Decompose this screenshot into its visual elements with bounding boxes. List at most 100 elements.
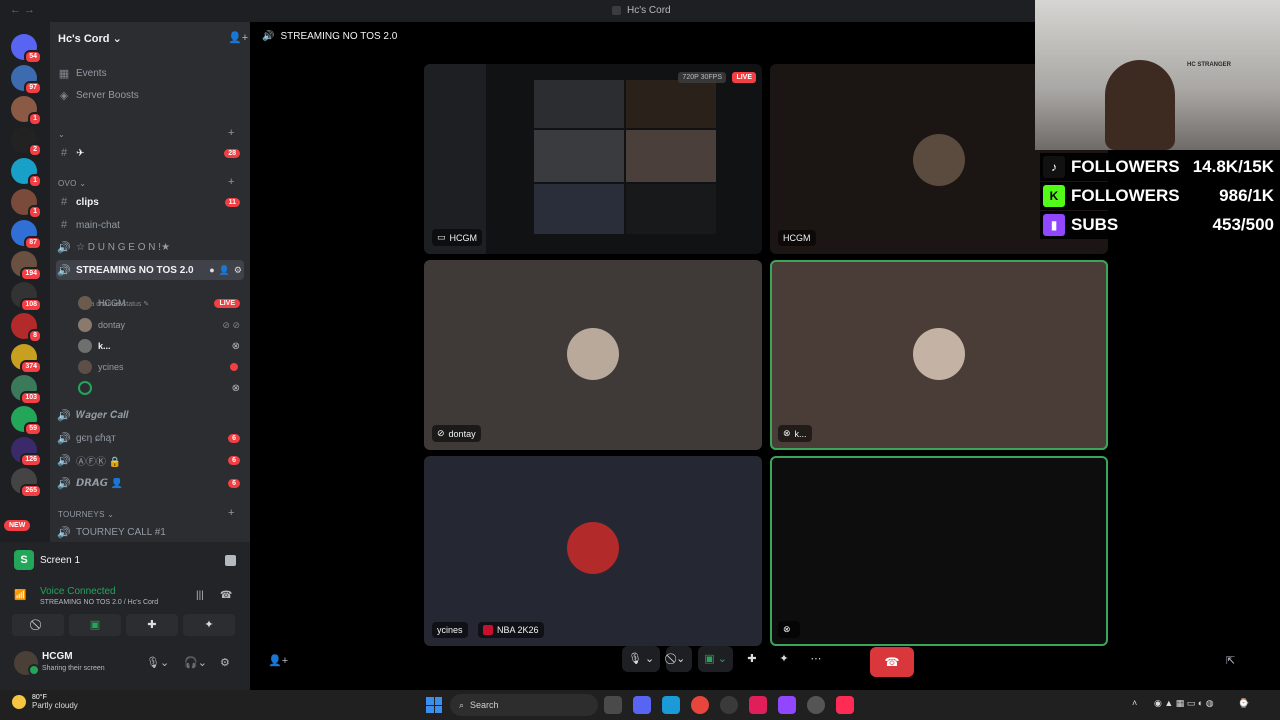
start-icon[interactable] <box>426 697 442 713</box>
channel-streaming[interactable]: 🔊 STREAMING NO TOS 2.0 ● 👤 ⚙ <box>56 260 244 280</box>
category-ovo[interactable]: OVO ⌄ <box>58 179 86 188</box>
add-channel-icon[interactable]: + <box>228 176 234 188</box>
camera-button[interactable]: ⃠ ⌄ <box>666 646 693 672</box>
invite-icon[interactable]: 👤+ <box>228 31 248 44</box>
server-icon[interactable]: 194 <box>11 251 42 281</box>
server-icon[interactable]: 1 <box>11 96 42 126</box>
disconnect-button[interactable]: ☎ <box>870 647 914 677</box>
weather-widget[interactable]: 80°F Partly cloudy <box>12 694 78 710</box>
mic-icon[interactable]: 🎙⌄ <box>146 656 169 669</box>
chevron-up-icon[interactable]: ˄ <box>1132 698 1137 708</box>
add-member-icon[interactable]: 👤 <box>219 265 230 276</box>
twitch-app-icon[interactable] <box>778 696 796 714</box>
mic-button[interactable]: 🎙 ⌄ <box>622 646 661 672</box>
sidebar-item-events[interactable]: ▦ Events <box>56 63 244 83</box>
new-badge[interactable]: NEW <box>4 520 31 531</box>
channel-wager-call[interactable]: 🔊 𝑾𝒂𝒈𝒆𝒓 𝑪𝒂𝒍𝒍 <box>56 405 244 425</box>
server-icon[interactable]: 108 <box>11 282 42 312</box>
voice-connected-label[interactable]: Voice Connected <box>40 586 116 597</box>
stream-preview-sidebar <box>424 64 486 254</box>
soundboard-button[interactable]: ✦ <box>771 646 797 672</box>
slack-icon[interactable] <box>749 696 767 714</box>
add-channel-icon[interactable]: + <box>228 127 234 139</box>
video-tile[interactable]: ycines NBA 2K26 <box>424 456 762 646</box>
sidebar-item-boosts[interactable]: ◈ Server Boosts <box>56 85 244 105</box>
screen-share-button[interactable]: ▣ ⌄ <box>698 646 733 672</box>
server-icon[interactable]: 1 <box>11 189 42 219</box>
gear-icon[interactable]: ⚙ <box>220 656 230 669</box>
channel-plane[interactable]: # ✈ 28 <box>56 143 244 163</box>
server-icon[interactable]: 126 <box>11 437 42 467</box>
nav-arrows[interactable]: ← → <box>10 4 35 16</box>
video-tile[interactable]: ⊗ k... <box>770 260 1108 450</box>
camera-off-button[interactable]: ⃠ <box>12 614 64 636</box>
voice-channel-path[interactable]: STREAMING NO TOS 2.0 / Hc's Cord <box>40 599 158 606</box>
edge-icon[interactable] <box>662 696 680 714</box>
hash-icon: # <box>60 219 68 231</box>
live-badge: LIVE <box>214 298 240 308</box>
channel-gen-chat[interactable]: 🔊 ɡєη ɕɦąт 6 <box>56 428 244 448</box>
more-button[interactable]: ⋯ <box>803 646 829 672</box>
voice-user[interactable]: dontay ⊘ ⊘ <box>78 316 244 334</box>
media-icon[interactable] <box>720 696 738 714</box>
clock[interactable]: ⌚ <box>1238 698 1249 709</box>
streamer-silhouette <box>1105 60 1175 150</box>
obs-icon[interactable] <box>807 696 825 714</box>
server-badge: 1 <box>28 205 42 219</box>
popout-icon[interactable]: ⇱ <box>1226 654 1235 667</box>
search-box[interactable]: ⌕ Search <box>450 694 598 716</box>
tray-icons[interactable]: ◉ ▲ ▦ ▭ ◐ ◍ <box>1154 698 1214 709</box>
activities-button[interactable]: ✚ <box>126 614 178 636</box>
server-icon[interactable]: 103 <box>11 375 42 405</box>
channel-drag[interactable]: 🔊 𝘿𝙍𝘼𝙂 👤 6 <box>56 473 244 493</box>
channel-clips[interactable]: # clips 11 <box>56 192 244 212</box>
window-title: Hc's Cord <box>612 5 671 16</box>
gear-icon[interactable]: ⚙ <box>234 265 242 276</box>
disconnect-icon[interactable]: ☎ <box>220 590 232 601</box>
server-icon[interactable]: 374 <box>11 344 42 374</box>
category-tourneys[interactable]: TOURNEYS ⌄ <box>58 510 114 519</box>
activities-button[interactable]: ✚ <box>739 646 765 672</box>
server-icon[interactable]: 1 <box>11 158 42 188</box>
screen-icon: S <box>14 550 34 570</box>
server-badge: 54 <box>24 50 42 64</box>
noise-suppression-icon[interactable]: ||| <box>196 590 204 601</box>
server-icon[interactable]: 2 <box>11 127 42 157</box>
add-channel-icon[interactable]: + <box>228 507 234 519</box>
user-area[interactable]: HCGM Sharing their screen 🎙⌄ 🎧⌄ ⚙ <box>8 648 242 678</box>
invite-icon[interactable]: 👤+ <box>268 654 288 667</box>
server-header[interactable]: Hc's Cord ⌄ 👤+ <box>50 22 250 52</box>
headphones-icon[interactable]: 🎧⌄ <box>184 656 207 669</box>
category-blank[interactable]: ⌄ <box>58 130 65 139</box>
discord-icon[interactable] <box>633 696 651 714</box>
server-icon[interactable]: 8 <box>11 313 42 343</box>
video-tile[interactable]: ⊘ dontay <box>424 260 762 450</box>
channel-tourney-call[interactable]: 🔊 TOURNEY CALL #1 <box>56 522 244 542</box>
voice-user[interactable]: ycines <box>78 358 244 376</box>
video-tile[interactable]: ⊗ <box>770 456 1108 646</box>
chat-icon[interactable]: ● <box>209 265 214 275</box>
avatar[interactable] <box>14 651 40 676</box>
voice-user[interactable]: ⊗ <box>78 379 244 397</box>
stream-preview-tile <box>534 130 624 182</box>
voice-user[interactable]: HCGM LIVE <box>78 294 244 312</box>
tiktok-app-icon[interactable] <box>836 696 854 714</box>
server-icon[interactable]: 87 <box>11 220 42 250</box>
signal-icon[interactable]: 📶 <box>14 590 26 601</box>
screen-share-row[interactable]: S Screen 1 <box>14 550 236 570</box>
channel-dungeon[interactable]: 🔊 ☆ D U N G E O N !★ <box>56 237 244 257</box>
soundboard-button[interactable]: ✦ <box>183 614 235 636</box>
task-view-icon[interactable] <box>604 696 622 714</box>
chrome-icon[interactable] <box>691 696 709 714</box>
voice-user[interactable]: k... ⊗ <box>78 337 244 355</box>
screen-share-button[interactable]: ▣ <box>69 614 121 636</box>
server-icon[interactable]: 265 <box>11 468 42 498</box>
video-tile[interactable]: 720P 30FPS LIVE ▭ HCGM <box>424 64 762 254</box>
server-icon[interactable]: 59 <box>11 406 42 436</box>
server-icon[interactable]: 54 <box>11 34 42 64</box>
server-name[interactable]: Hc's Cord ⌄ <box>58 32 122 45</box>
server-icon[interactable]: 97 <box>11 65 42 95</box>
channel-afk[interactable]: 🔊 ⒶⒻⓀ 🔒 6 <box>56 450 244 470</box>
stop-share-icon[interactable] <box>225 554 236 566</box>
channel-main-chat[interactable]: # main-chat <box>56 215 244 235</box>
